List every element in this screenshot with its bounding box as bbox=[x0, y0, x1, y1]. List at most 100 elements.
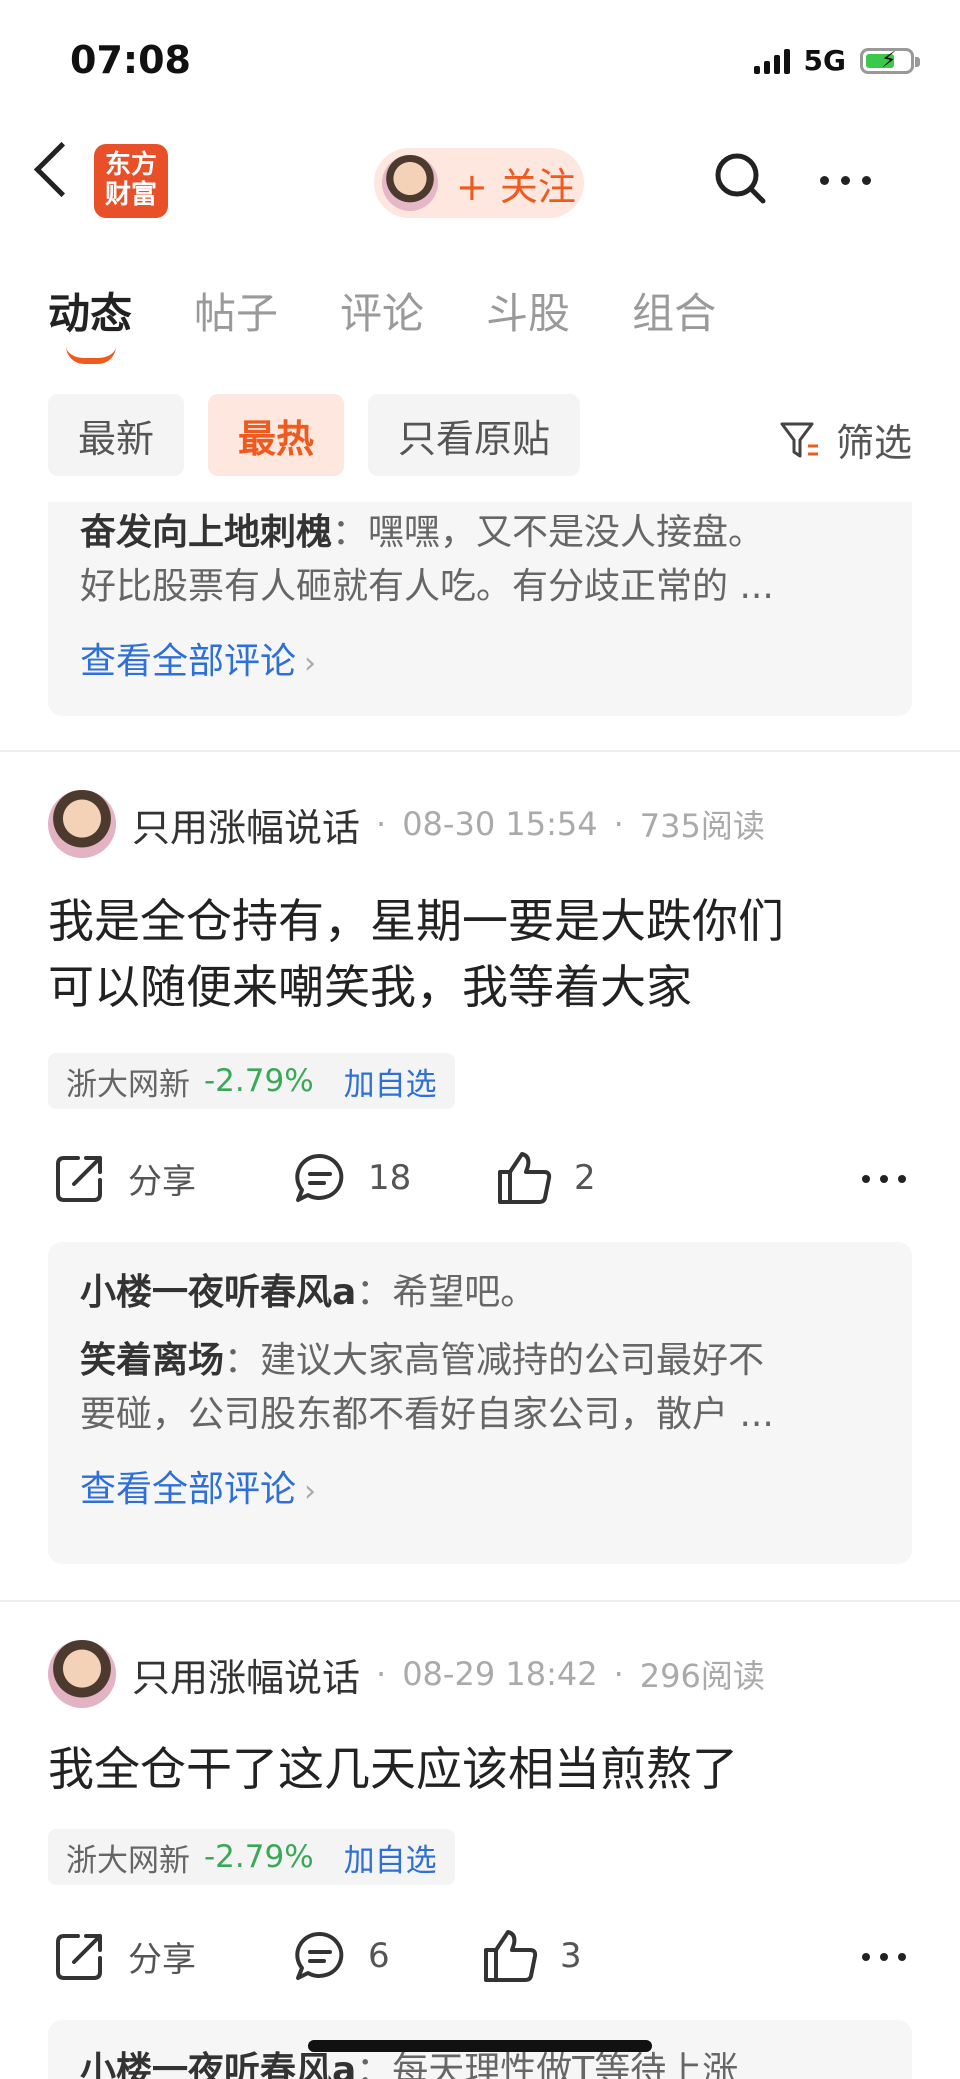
post-text-line: 我全仓干了这几天应该相当煎熬了 bbox=[48, 1742, 738, 1796]
post-date: 08-30 15:54 bbox=[402, 805, 598, 843]
stock-change: -2.79% bbox=[204, 1839, 314, 1875]
comment-text: ：嘿嘿，又不是没人接盘。 bbox=[332, 512, 765, 553]
comment-line: 要碰，公司股东都不看好自家公司，散户 ... bbox=[80, 1394, 774, 1435]
post-author[interactable]: 只用涨幅说话 bbox=[132, 797, 360, 852]
comment-preview-box: 奋发向上地刺槐：嘿嘿，又不是没人接盘。 好比股票有人砸就有人吃。有分歧正常的 .… bbox=[48, 502, 912, 716]
tab-label: 组合 bbox=[632, 289, 717, 338]
divider bbox=[0, 750, 960, 752]
post-text-line: 我是全仓持有，星期一要是大跌你们 bbox=[48, 894, 784, 948]
like-button[interactable]: 3 bbox=[482, 1928, 582, 1984]
divider bbox=[0, 1600, 960, 1602]
tab-tiezi[interactable]: 帖子 bbox=[194, 280, 278, 341]
stock-change: -2.79% bbox=[204, 1063, 314, 1099]
stock-tag[interactable]: 浙大网新 -2.79% 加自选 bbox=[48, 1829, 455, 1885]
chip-latest[interactable]: 最新 bbox=[48, 394, 185, 476]
comment-user[interactable]: 笑着离场 bbox=[80, 1340, 224, 1381]
tab-zuhe[interactable]: 组合 bbox=[632, 280, 716, 341]
status-icons: 5G ⚡ bbox=[753, 44, 920, 77]
comment-user[interactable]: 小楼一夜听春风a bbox=[80, 1272, 356, 1313]
back-icon[interactable] bbox=[33, 141, 90, 198]
profile-tabs: 动态 帖子 评论 斗股 组合 bbox=[48, 280, 716, 364]
avatar[interactable] bbox=[48, 790, 116, 858]
comment-line: 好比股票有人砸就有人吃。有分歧正常的 ... bbox=[80, 566, 774, 607]
comment-count: 18 bbox=[368, 1158, 412, 1198]
post-header: 只用涨幅说话 · 08-29 18:42 · 296阅读 bbox=[48, 1640, 765, 1708]
tab-pinglun[interactable]: 评论 bbox=[340, 280, 424, 341]
post-header: 只用涨幅说话 · 08-30 15:54 · 735阅读 bbox=[48, 790, 765, 858]
meta-separator: · bbox=[613, 1655, 624, 1693]
post-more-icon[interactable] bbox=[862, 1953, 906, 1961]
comment-button[interactable]: 18 bbox=[292, 1150, 411, 1206]
view-all-label: 查看全部评论 bbox=[80, 641, 297, 682]
logo-text-line1: 东方 bbox=[104, 150, 157, 180]
search-icon[interactable] bbox=[712, 150, 768, 206]
meta-separator: · bbox=[613, 805, 624, 843]
tab-label: 帖子 bbox=[194, 289, 279, 338]
status-time: 07:08 bbox=[70, 38, 191, 82]
like-count: 3 bbox=[560, 1936, 582, 1976]
add-watchlist-button[interactable]: 加自选 bbox=[344, 1835, 437, 1880]
chevron-right-icon: › bbox=[304, 646, 317, 681]
view-all-label: 查看全部评论 bbox=[80, 1469, 297, 1510]
comment-text: ：建议大家高管减持的公司最好不 bbox=[224, 1340, 765, 1381]
tab-label: 斗股 bbox=[486, 289, 571, 338]
comment-text: ：每天理性做T等待上涨 bbox=[356, 2050, 739, 2079]
battery-icon: ⚡ bbox=[860, 47, 920, 74]
chip-hottest[interactable]: 最热 bbox=[208, 394, 345, 476]
view-all-comments[interactable]: 查看全部评论 › bbox=[48, 614, 912, 684]
more-icon[interactable] bbox=[820, 176, 871, 185]
post-body[interactable]: 我是全仓持有，星期一要是大跌你们 可以随便来嘲笑我，我等着大家 bbox=[48, 888, 918, 1020]
filter-button[interactable]: 筛选 bbox=[778, 412, 912, 467]
share-icon bbox=[56, 1934, 102, 1980]
share-label: 分享 bbox=[128, 1939, 196, 1980]
post-more-icon[interactable] bbox=[862, 1175, 906, 1183]
tab-label: 动态 bbox=[48, 289, 133, 338]
post-reads: 735阅读 bbox=[639, 807, 765, 845]
tab-label: 评论 bbox=[340, 289, 425, 338]
meta-separator: · bbox=[376, 805, 387, 843]
thumbs-up-icon bbox=[484, 1930, 538, 1982]
share-label: 分享 bbox=[128, 1161, 196, 1202]
filter-icon bbox=[780, 422, 818, 457]
avatar bbox=[382, 155, 438, 211]
tab-dongtai[interactable]: 动态 bbox=[48, 280, 133, 364]
post-body[interactable]: 我全仓干了这几天应该相当煎熬了 bbox=[48, 1736, 918, 1802]
sort-chips: 最新 最热 只看原贴 bbox=[48, 394, 581, 476]
comment-button[interactable]: 6 bbox=[292, 1928, 390, 1984]
comment-user[interactable]: 奋发向上地刺槐 bbox=[80, 512, 332, 553]
stock-tag[interactable]: 浙大网新 -2.79% 加自选 bbox=[48, 1053, 455, 1109]
view-all-comments[interactable]: 查看全部评论 › bbox=[48, 1442, 912, 1512]
like-count: 2 bbox=[574, 1158, 596, 1198]
stock-name: 浙大网新 bbox=[66, 1066, 190, 1103]
comment-preview-box: 小楼一夜听春风a：希望吧。 笑着离场：建议大家高管减持的公司最好不 要碰，公司股… bbox=[48, 1242, 912, 1564]
share-button[interactable]: 分享 bbox=[52, 1928, 196, 1984]
home-indicator bbox=[308, 2040, 652, 2052]
signal-icon bbox=[753, 48, 790, 74]
avatar[interactable] bbox=[48, 1640, 116, 1708]
logo-text-line2: 财富 bbox=[104, 180, 157, 210]
follow-button[interactable]: + 关注 bbox=[374, 148, 584, 218]
post-date: 08-29 18:42 bbox=[402, 1655, 598, 1693]
thumbs-up-icon bbox=[498, 1152, 552, 1204]
comment-text: ：希望吧。 bbox=[356, 1272, 537, 1313]
comment-icon bbox=[295, 1931, 344, 1980]
comment-line: 奋发向上地刺槐：嘿嘿，又不是没人接盘。 bbox=[48, 502, 912, 560]
like-button[interactable]: 2 bbox=[496, 1150, 596, 1206]
chevron-right-icon: › bbox=[304, 1474, 317, 1509]
post-author[interactable]: 只用涨幅说话 bbox=[132, 1647, 360, 1702]
filter-label: 筛选 bbox=[835, 421, 912, 465]
comment-count: 6 bbox=[368, 1936, 390, 1976]
comment-user[interactable]: 小楼一夜听春风a bbox=[80, 2050, 356, 2079]
app-logo[interactable]: 东方 财富 bbox=[94, 144, 168, 218]
share-icon bbox=[56, 1156, 102, 1202]
post-reads: 296阅读 bbox=[639, 1657, 765, 1695]
chip-original-only[interactable]: 只看原贴 bbox=[368, 394, 581, 476]
add-watchlist-button[interactable]: 加自选 bbox=[344, 1059, 437, 1104]
share-button[interactable]: 分享 bbox=[52, 1150, 196, 1206]
post-text-line: 可以随便来嘲笑我，我等着大家 bbox=[48, 960, 692, 1014]
comment-icon bbox=[295, 1153, 344, 1202]
tab-dougu[interactable]: 斗股 bbox=[486, 280, 570, 341]
network-label: 5G bbox=[803, 44, 846, 77]
meta-separator: · bbox=[376, 1655, 387, 1693]
tab-active-indicator bbox=[66, 346, 116, 364]
